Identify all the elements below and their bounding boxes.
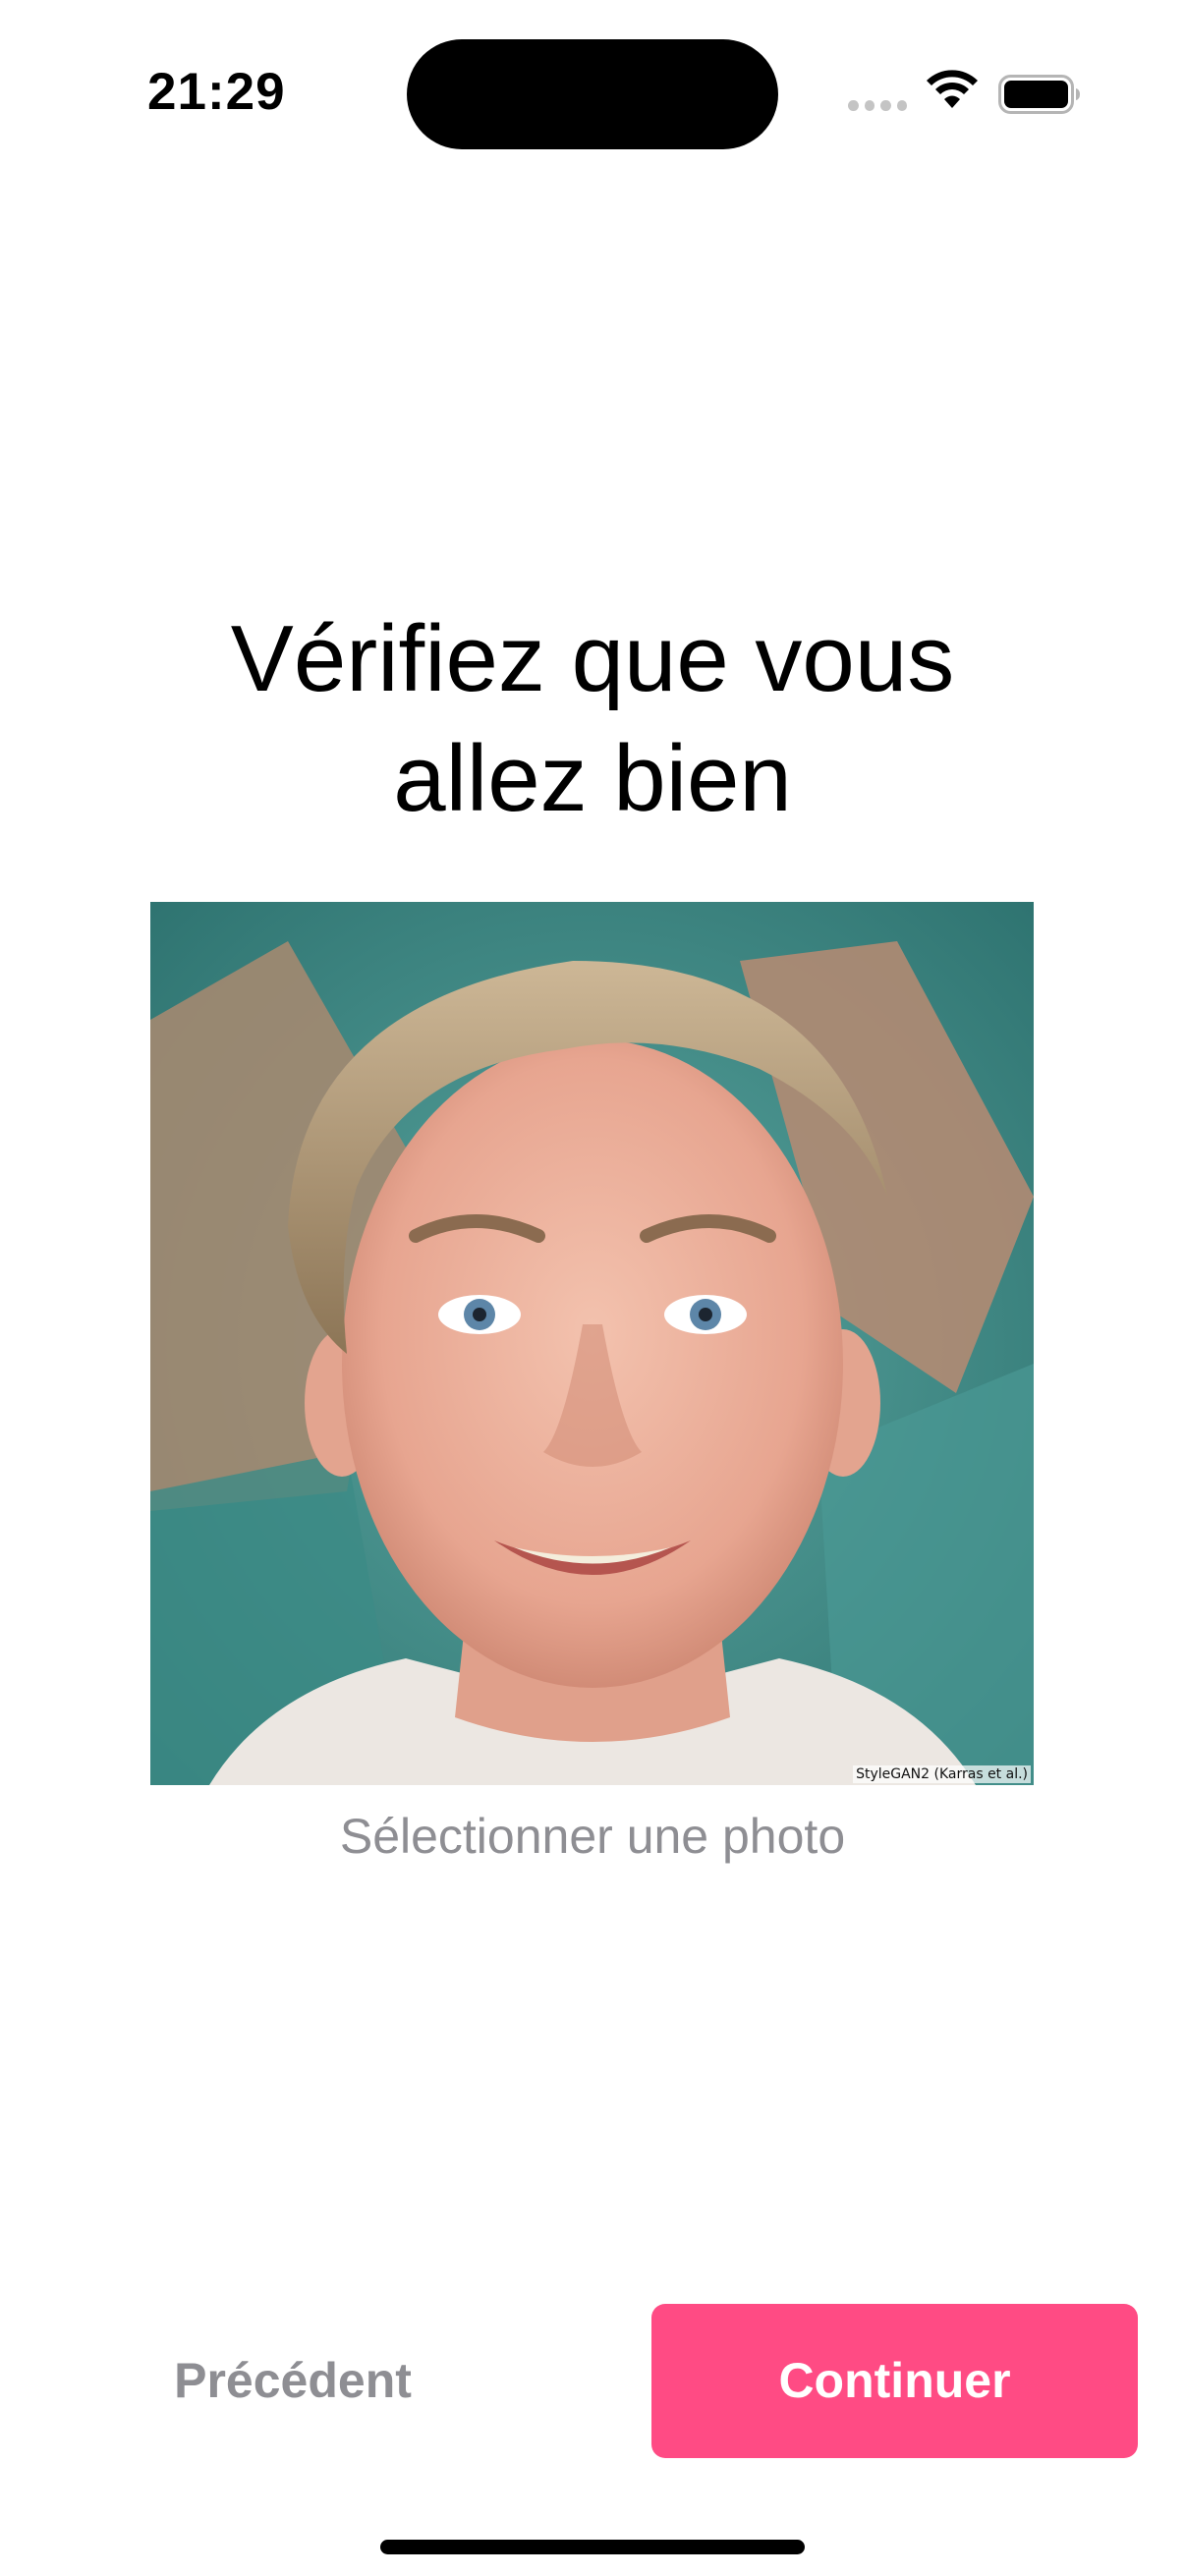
wifi-icon — [927, 70, 978, 108]
continue-button[interactable]: Continuer — [651, 2304, 1138, 2458]
select-photo-link[interactable]: Sélectionner une photo — [249, 1806, 936, 1867]
photo-credit: StyleGAN2 (Karras et al.) — [853, 1765, 1031, 1783]
profile-photo-image — [150, 902, 1034, 1785]
cellular-signal-icon — [848, 100, 907, 114]
home-indicator — [380, 2540, 805, 2554]
battery-icon — [998, 75, 1080, 114]
page-title-line-2: allez bien — [393, 726, 792, 831]
previous-button[interactable]: Précédent — [126, 2302, 460, 2459]
status-bar: 21:29 — [0, 0, 1185, 196]
page-title: Vérifiez que vous allez bien — [101, 599, 1084, 839]
status-time: 21:29 — [147, 63, 286, 121]
profile-photo[interactable]: StyleGAN2 (Karras et al.) — [150, 902, 1034, 1785]
dynamic-island — [407, 39, 778, 149]
page-title-line-1: Vérifiez que vous — [230, 606, 955, 711]
